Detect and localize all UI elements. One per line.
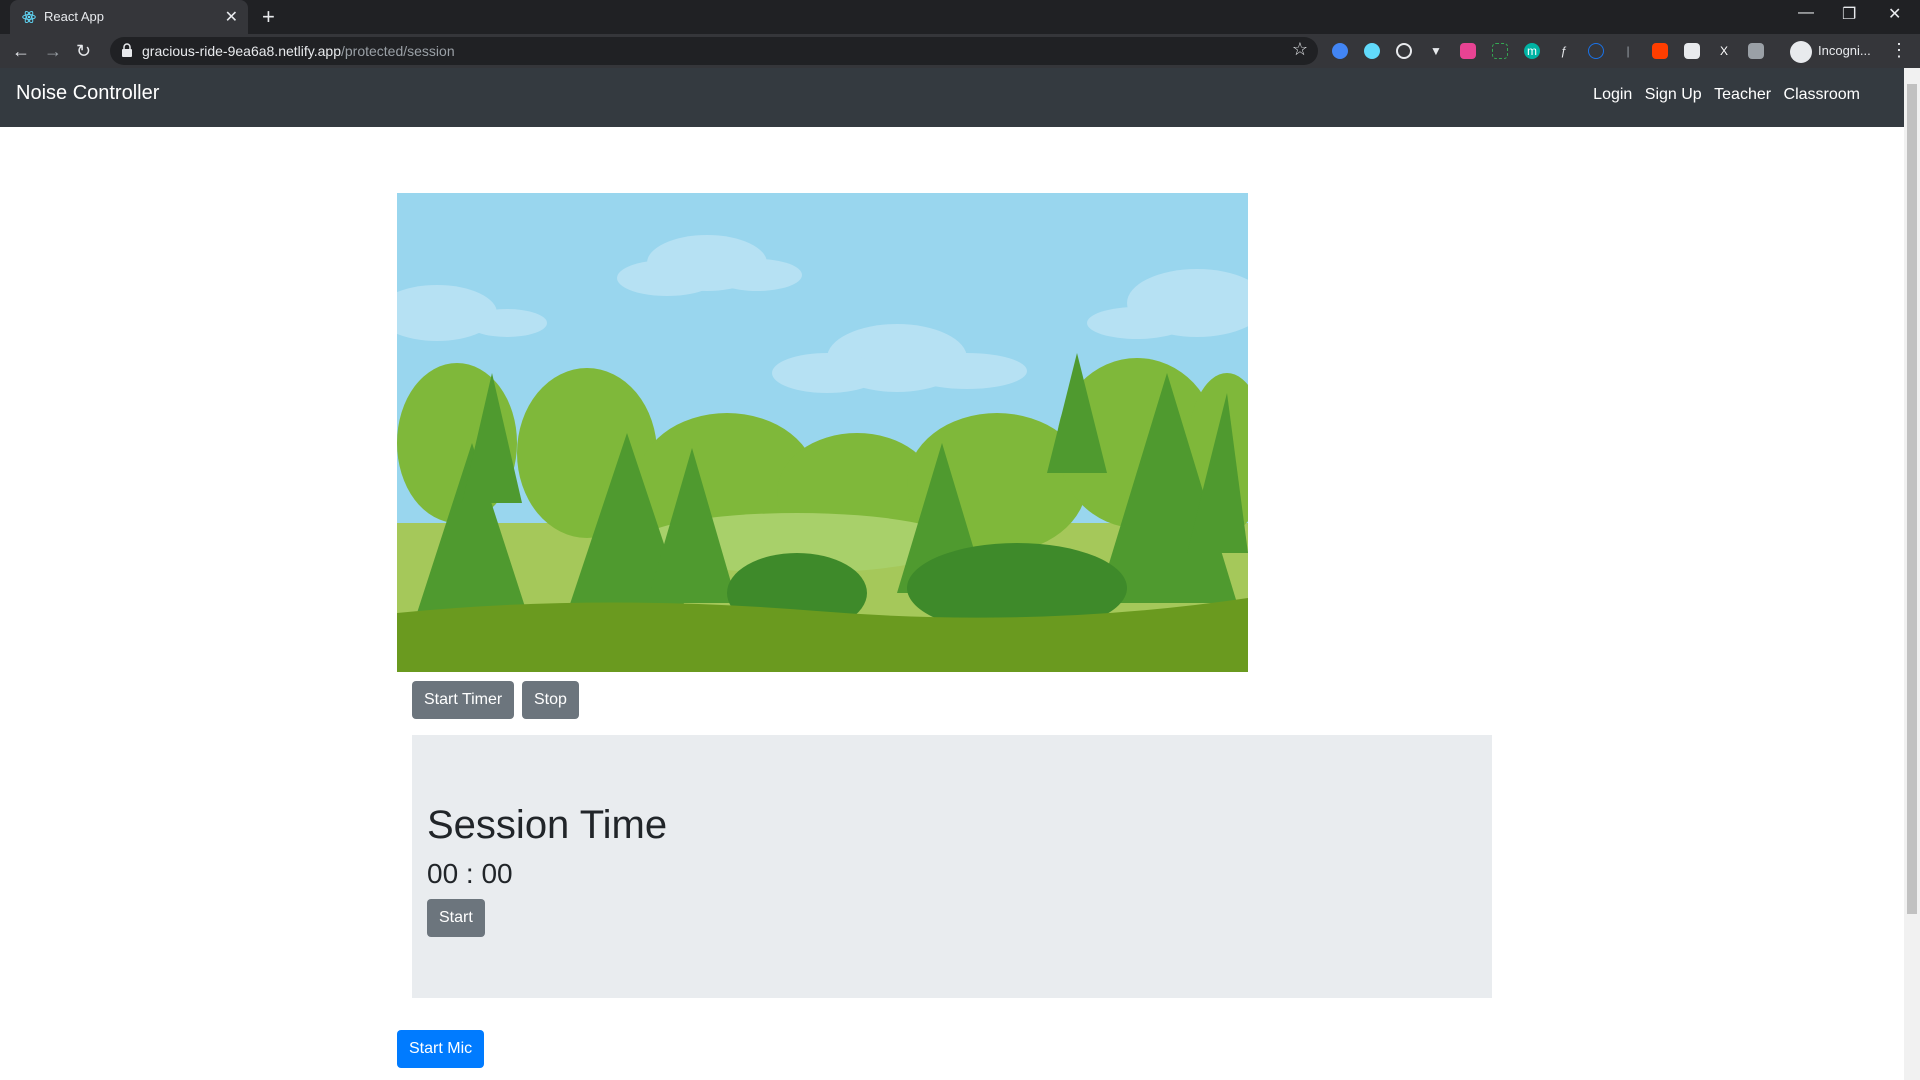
minimize-icon[interactable]: — (1798, 4, 1814, 22)
extension-icon[interactable] (1588, 43, 1604, 59)
page-scrollbar[interactable] (1904, 68, 1920, 1080)
lock-icon (122, 43, 132, 57)
session-timer-display: 00 : 00 (427, 858, 513, 889)
start-timer-button[interactable]: Start Timer (412, 681, 515, 719)
extension-icon[interactable] (1460, 43, 1476, 59)
session-title: Session Time (427, 803, 668, 847)
extension-icon[interactable] (1684, 43, 1700, 59)
forward-icon[interactable]: → (44, 41, 62, 62)
stop-button[interactable]: Stop (522, 681, 579, 719)
extension-icon[interactable] (1748, 43, 1764, 59)
restore-icon[interactable]: ❐ (1842, 4, 1856, 24)
navbar-brand[interactable]: Noise Controller (16, 82, 159, 105)
menu-dots-icon[interactable]: ⋮ (1890, 40, 1908, 61)
nav-links: Login Sign Up Teacher Classroom (1585, 86, 1860, 104)
bookmark-star-icon[interactable]: ☆ (1292, 39, 1308, 60)
start-mic-button[interactable]: Start Mic (397, 1030, 485, 1068)
nav-link-teacher[interactable]: Teacher (1714, 86, 1771, 103)
close-tab-icon[interactable]: ✕ (225, 7, 238, 27)
reload-icon[interactable]: ↻ (76, 41, 91, 62)
incognito-icon (1790, 40, 1812, 63)
url-text: gracious-ride-9ea6a8.netlify.app/protect… (142, 43, 455, 59)
extension-icon[interactable] (1332, 43, 1348, 59)
address-bar[interactable]: gracious-ride-9ea6a8.netlify.app/protect… (110, 37, 1318, 65)
session-start-button[interactable]: Start (427, 899, 485, 937)
browser-tab-strip: React App ✕ + — ❐ ✕ (0, 0, 1920, 34)
forest-scene-image (397, 193, 1248, 672)
profile-label: Incogni... (1818, 43, 1871, 58)
browser-toolbar: ← → ↻ gracious-ride-9ea6a8.netlify.app/p… (0, 34, 1920, 68)
close-window-icon[interactable]: ✕ (1888, 4, 1901, 24)
extension-icon[interactable]: X (1716, 43, 1732, 59)
back-icon[interactable]: ← (12, 41, 30, 62)
browser-tab[interactable]: React App ✕ (10, 0, 248, 34)
tab-title: React App (44, 9, 104, 24)
extension-icon[interactable]: m (1524, 43, 1540, 59)
extension-icon[interactable] (1396, 43, 1412, 59)
page-viewport: Noise Controller Login Sign Up Teacher C… (0, 68, 1904, 1080)
incognito-profile[interactable]: Incogni... (1790, 39, 1871, 63)
session-panel: Session Time 00 : 00 Start (412, 735, 1492, 998)
extension-icon[interactable]: | (1620, 43, 1636, 59)
react-icon (22, 10, 36, 24)
extension-icon[interactable] (1492, 43, 1508, 59)
new-tab-icon[interactable]: + (262, 4, 275, 30)
nav-link-classroom[interactable]: Classroom (1784, 86, 1860, 103)
svelte-devtools-icon[interactable] (1652, 43, 1668, 59)
vue-devtools-icon[interactable]: ▼ (1428, 43, 1444, 59)
nav-link-signup[interactable]: Sign Up (1645, 86, 1702, 103)
react-devtools-icon[interactable] (1364, 43, 1380, 59)
navbar: Noise Controller Login Sign Up Teacher C… (0, 68, 1904, 127)
nav-link-login[interactable]: Login (1593, 86, 1632, 103)
extension-icon[interactable]: ƒ (1556, 43, 1572, 59)
scrollbar-thumb[interactable] (1907, 84, 1917, 914)
